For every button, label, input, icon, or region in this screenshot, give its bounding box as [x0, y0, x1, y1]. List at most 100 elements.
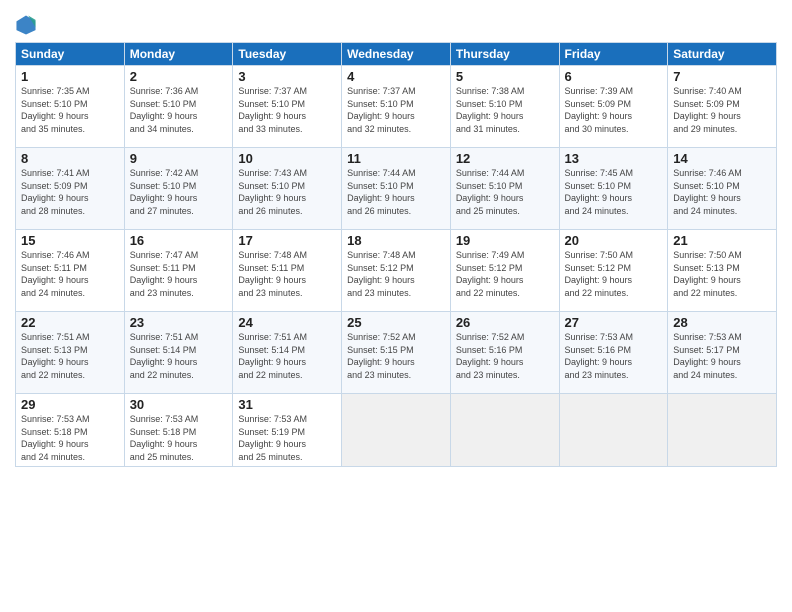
day-number: 19 — [456, 233, 554, 248]
day-info: Sunrise: 7:46 AM Sunset: 5:11 PM Dayligh… — [21, 249, 119, 299]
calendar-day-cell — [559, 394, 668, 467]
day-info: Sunrise: 7:53 AM Sunset: 5:17 PM Dayligh… — [673, 331, 771, 381]
day-number: 1 — [21, 69, 119, 84]
day-number: 12 — [456, 151, 554, 166]
calendar-week-row: 29Sunrise: 7:53 AM Sunset: 5:18 PM Dayli… — [16, 394, 777, 467]
day-number: 26 — [456, 315, 554, 330]
calendar-day-cell: 7Sunrise: 7:40 AM Sunset: 5:09 PM Daylig… — [668, 66, 777, 148]
calendar-day-cell: 30Sunrise: 7:53 AM Sunset: 5:18 PM Dayli… — [124, 394, 233, 467]
calendar-day-cell — [342, 394, 451, 467]
day-info: Sunrise: 7:50 AM Sunset: 5:13 PM Dayligh… — [673, 249, 771, 299]
day-info: Sunrise: 7:36 AM Sunset: 5:10 PM Dayligh… — [130, 85, 228, 135]
day-info: Sunrise: 7:50 AM Sunset: 5:12 PM Dayligh… — [565, 249, 663, 299]
day-info: Sunrise: 7:45 AM Sunset: 5:10 PM Dayligh… — [565, 167, 663, 217]
day-number: 27 — [565, 315, 663, 330]
calendar-day-cell: 23Sunrise: 7:51 AM Sunset: 5:14 PM Dayli… — [124, 312, 233, 394]
day-number: 22 — [21, 315, 119, 330]
day-info: Sunrise: 7:44 AM Sunset: 5:10 PM Dayligh… — [456, 167, 554, 217]
logo — [15, 14, 39, 36]
day-number: 21 — [673, 233, 771, 248]
day-info: Sunrise: 7:37 AM Sunset: 5:10 PM Dayligh… — [347, 85, 445, 135]
calendar-table: SundayMondayTuesdayWednesdayThursdayFrid… — [15, 42, 777, 467]
day-number: 23 — [130, 315, 228, 330]
day-info: Sunrise: 7:38 AM Sunset: 5:10 PM Dayligh… — [456, 85, 554, 135]
calendar-day-cell: 16Sunrise: 7:47 AM Sunset: 5:11 PM Dayli… — [124, 230, 233, 312]
calendar-day-cell: 5Sunrise: 7:38 AM Sunset: 5:10 PM Daylig… — [450, 66, 559, 148]
page-container: SundayMondayTuesdayWednesdayThursdayFrid… — [0, 0, 792, 612]
calendar-header-row: SundayMondayTuesdayWednesdayThursdayFrid… — [16, 43, 777, 66]
calendar-day-cell: 25Sunrise: 7:52 AM Sunset: 5:15 PM Dayli… — [342, 312, 451, 394]
day-number: 2 — [130, 69, 228, 84]
day-info: Sunrise: 7:35 AM Sunset: 5:10 PM Dayligh… — [21, 85, 119, 135]
calendar-day-cell: 21Sunrise: 7:50 AM Sunset: 5:13 PM Dayli… — [668, 230, 777, 312]
day-number: 14 — [673, 151, 771, 166]
calendar-week-row: 1Sunrise: 7:35 AM Sunset: 5:10 PM Daylig… — [16, 66, 777, 148]
day-info: Sunrise: 7:51 AM Sunset: 5:13 PM Dayligh… — [21, 331, 119, 381]
day-info: Sunrise: 7:53 AM Sunset: 5:16 PM Dayligh… — [565, 331, 663, 381]
day-info: Sunrise: 7:42 AM Sunset: 5:10 PM Dayligh… — [130, 167, 228, 217]
calendar-week-row: 22Sunrise: 7:51 AM Sunset: 5:13 PM Dayli… — [16, 312, 777, 394]
calendar-day-cell: 20Sunrise: 7:50 AM Sunset: 5:12 PM Dayli… — [559, 230, 668, 312]
calendar-day-cell: 11Sunrise: 7:44 AM Sunset: 5:10 PM Dayli… — [342, 148, 451, 230]
day-info: Sunrise: 7:44 AM Sunset: 5:10 PM Dayligh… — [347, 167, 445, 217]
day-number: 10 — [238, 151, 336, 166]
day-info: Sunrise: 7:48 AM Sunset: 5:12 PM Dayligh… — [347, 249, 445, 299]
day-info: Sunrise: 7:46 AM Sunset: 5:10 PM Dayligh… — [673, 167, 771, 217]
day-number: 16 — [130, 233, 228, 248]
day-info: Sunrise: 7:39 AM Sunset: 5:09 PM Dayligh… — [565, 85, 663, 135]
day-info: Sunrise: 7:43 AM Sunset: 5:10 PM Dayligh… — [238, 167, 336, 217]
day-info: Sunrise: 7:53 AM Sunset: 5:18 PM Dayligh… — [21, 413, 119, 463]
day-number: 13 — [565, 151, 663, 166]
calendar-day-cell: 6Sunrise: 7:39 AM Sunset: 5:09 PM Daylig… — [559, 66, 668, 148]
calendar-week-row: 8Sunrise: 7:41 AM Sunset: 5:09 PM Daylig… — [16, 148, 777, 230]
page-header — [15, 10, 777, 36]
calendar-day-cell: 28Sunrise: 7:53 AM Sunset: 5:17 PM Dayli… — [668, 312, 777, 394]
day-info: Sunrise: 7:41 AM Sunset: 5:09 PM Dayligh… — [21, 167, 119, 217]
day-info: Sunrise: 7:47 AM Sunset: 5:11 PM Dayligh… — [130, 249, 228, 299]
weekday-header: Saturday — [668, 43, 777, 66]
calendar-day-cell: 9Sunrise: 7:42 AM Sunset: 5:10 PM Daylig… — [124, 148, 233, 230]
day-number: 25 — [347, 315, 445, 330]
calendar-week-row: 15Sunrise: 7:46 AM Sunset: 5:11 PM Dayli… — [16, 230, 777, 312]
day-number: 31 — [238, 397, 336, 412]
calendar-day-cell: 2Sunrise: 7:36 AM Sunset: 5:10 PM Daylig… — [124, 66, 233, 148]
calendar-day-cell — [668, 394, 777, 467]
day-number: 24 — [238, 315, 336, 330]
calendar-day-cell: 12Sunrise: 7:44 AM Sunset: 5:10 PM Dayli… — [450, 148, 559, 230]
calendar-day-cell — [450, 394, 559, 467]
day-info: Sunrise: 7:53 AM Sunset: 5:18 PM Dayligh… — [130, 413, 228, 463]
calendar-day-cell: 10Sunrise: 7:43 AM Sunset: 5:10 PM Dayli… — [233, 148, 342, 230]
day-number: 30 — [130, 397, 228, 412]
day-number: 6 — [565, 69, 663, 84]
calendar-day-cell: 15Sunrise: 7:46 AM Sunset: 5:11 PM Dayli… — [16, 230, 125, 312]
calendar-day-cell: 3Sunrise: 7:37 AM Sunset: 5:10 PM Daylig… — [233, 66, 342, 148]
day-number: 4 — [347, 69, 445, 84]
calendar-day-cell: 27Sunrise: 7:53 AM Sunset: 5:16 PM Dayli… — [559, 312, 668, 394]
day-info: Sunrise: 7:52 AM Sunset: 5:16 PM Dayligh… — [456, 331, 554, 381]
calendar-day-cell: 17Sunrise: 7:48 AM Sunset: 5:11 PM Dayli… — [233, 230, 342, 312]
calendar-day-cell: 4Sunrise: 7:37 AM Sunset: 5:10 PM Daylig… — [342, 66, 451, 148]
day-number: 8 — [21, 151, 119, 166]
day-info: Sunrise: 7:49 AM Sunset: 5:12 PM Dayligh… — [456, 249, 554, 299]
day-info: Sunrise: 7:51 AM Sunset: 5:14 PM Dayligh… — [238, 331, 336, 381]
day-number: 9 — [130, 151, 228, 166]
calendar-day-cell: 19Sunrise: 7:49 AM Sunset: 5:12 PM Dayli… — [450, 230, 559, 312]
day-number: 15 — [21, 233, 119, 248]
day-number: 7 — [673, 69, 771, 84]
day-number: 11 — [347, 151, 445, 166]
calendar-day-cell: 26Sunrise: 7:52 AM Sunset: 5:16 PM Dayli… — [450, 312, 559, 394]
day-number: 20 — [565, 233, 663, 248]
day-number: 17 — [238, 233, 336, 248]
calendar-day-cell: 24Sunrise: 7:51 AM Sunset: 5:14 PM Dayli… — [233, 312, 342, 394]
day-number: 18 — [347, 233, 445, 248]
calendar-day-cell: 8Sunrise: 7:41 AM Sunset: 5:09 PM Daylig… — [16, 148, 125, 230]
weekday-header: Sunday — [16, 43, 125, 66]
calendar-day-cell: 22Sunrise: 7:51 AM Sunset: 5:13 PM Dayli… — [16, 312, 125, 394]
day-info: Sunrise: 7:53 AM Sunset: 5:19 PM Dayligh… — [238, 413, 336, 463]
day-number: 5 — [456, 69, 554, 84]
logo-icon — [15, 14, 37, 36]
weekday-header: Tuesday — [233, 43, 342, 66]
weekday-header: Monday — [124, 43, 233, 66]
weekday-header: Wednesday — [342, 43, 451, 66]
day-number: 29 — [21, 397, 119, 412]
